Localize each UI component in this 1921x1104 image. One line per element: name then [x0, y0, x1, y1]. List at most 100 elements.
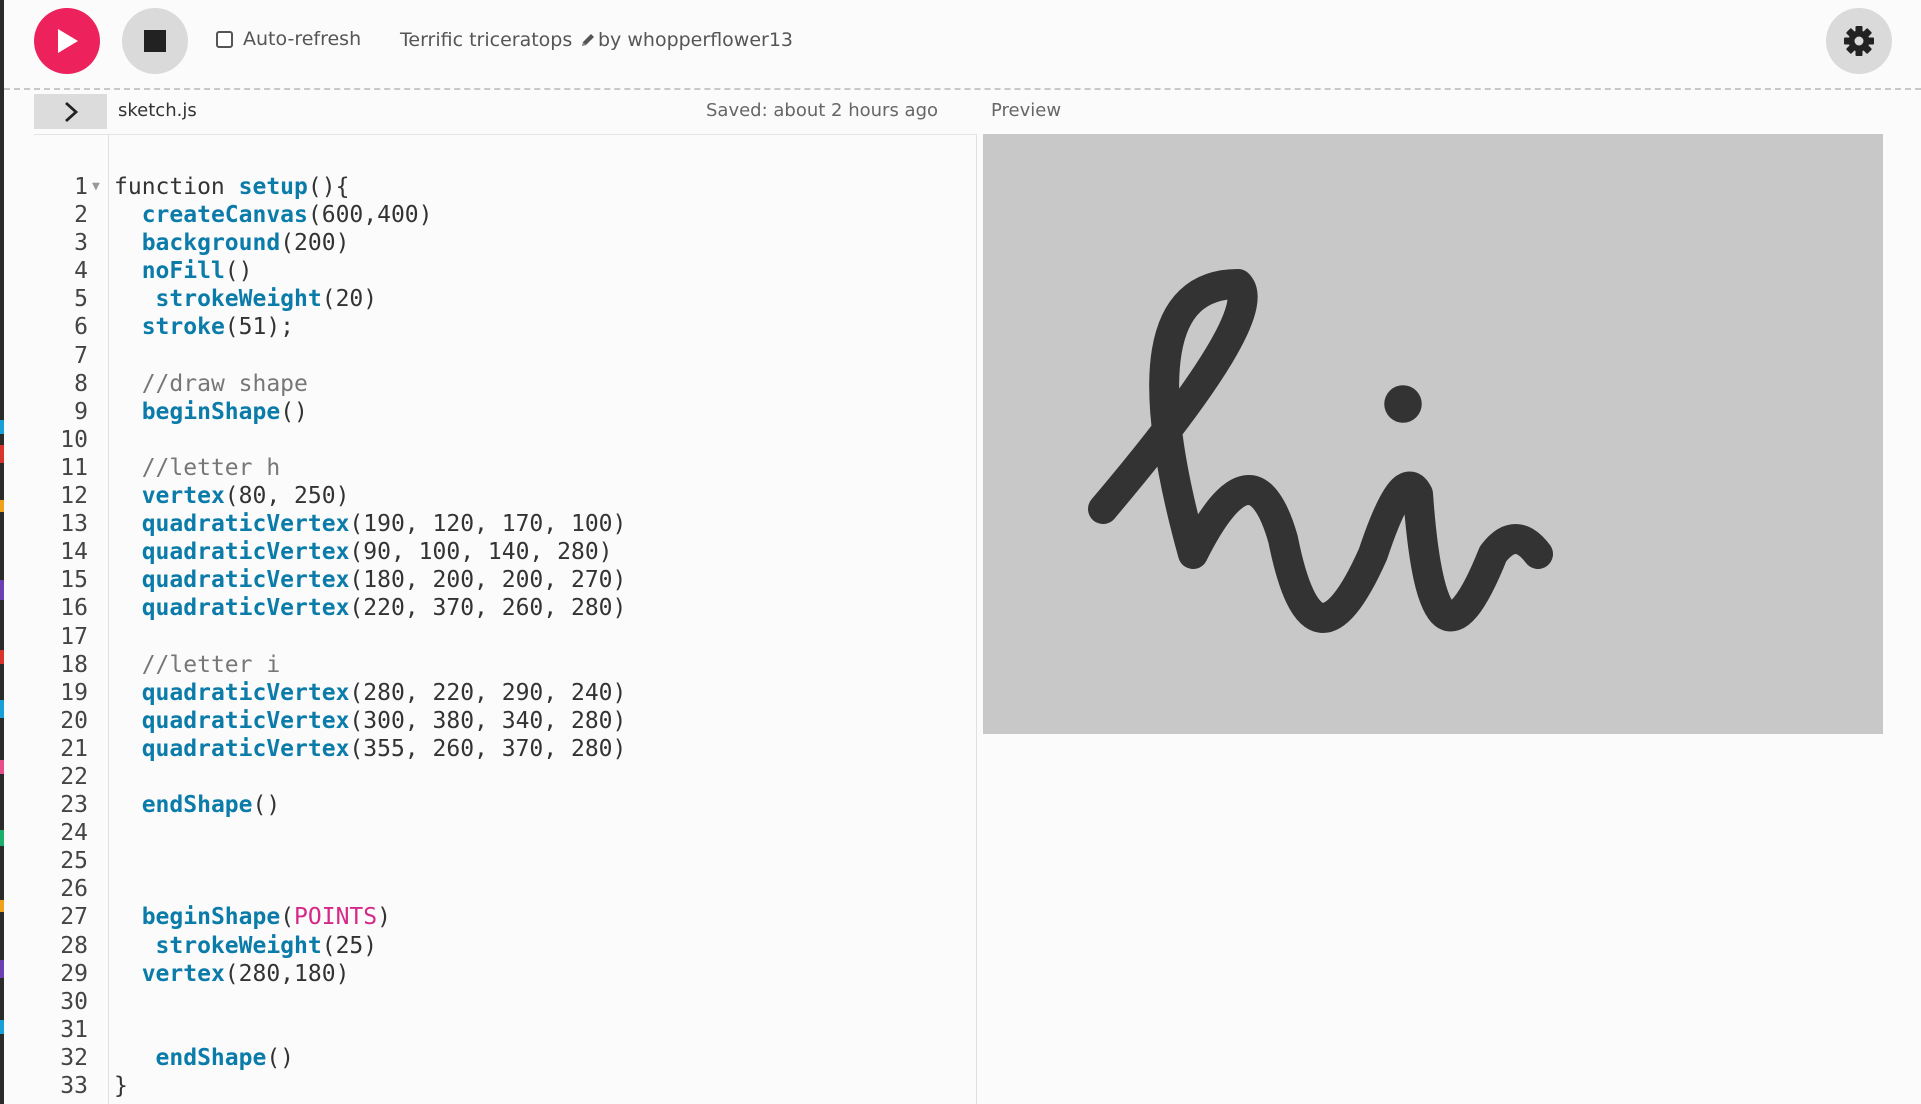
code-line[interactable]: 12 vertex(80, 250) [34, 482, 976, 510]
code-line[interactable]: 14 quadraticVertex(90, 100, 140, 280) [34, 538, 976, 566]
line-number: 24 [60, 820, 88, 847]
code-line[interactable]: 32 endShape() [34, 1044, 976, 1072]
line-number: 18 [60, 651, 88, 678]
code-token: () [280, 398, 308, 425]
code-text: } [114, 1072, 128, 1100]
code-text: quadraticVertex(280, 220, 290, 240) [114, 679, 627, 707]
sidebar-toggle-button[interactable] [34, 94, 107, 129]
code-line[interactable]: 27 beginShape(POINTS) [34, 903, 976, 931]
line-number: 5 [74, 286, 88, 313]
gear-icon [1844, 26, 1874, 56]
code-line[interactable]: 8 //draw shape [34, 370, 976, 398]
code-line[interactable]: 10 [34, 426, 976, 454]
code-line[interactable]: 23 endShape() [34, 791, 976, 819]
line-number: 14 [60, 539, 88, 566]
code-token: ( [280, 904, 295, 931]
file-tab[interactable]: sketch.js [118, 100, 197, 121]
code-line[interactable]: 22 [34, 763, 976, 791]
fold-arrow-icon[interactable]: ▼ [92, 173, 100, 201]
code-text: //letter i [114, 651, 280, 679]
code-line[interactable]: 11 //letter h [34, 454, 976, 482]
code-text: vertex(80, 250) [114, 482, 350, 510]
function-token: vertex [141, 483, 225, 510]
code-token: } [114, 1073, 128, 1099]
code-text: strokeWeight(20) [114, 285, 378, 313]
line-number: 21 [60, 735, 88, 762]
pencil-icon[interactable] [580, 32, 596, 48]
code-line[interactable]: 4 noFill() [34, 257, 976, 285]
code-token: ) [377, 904, 391, 931]
author-byline: by whopperflower13 [598, 29, 793, 51]
settings-button[interactable] [1826, 8, 1892, 74]
code-line[interactable]: 19 quadraticVertex(280, 220, 290, 240) [34, 679, 976, 707]
code-text: quadraticVertex(220, 370, 260, 280) [114, 594, 627, 622]
code-text: endShape() [114, 791, 280, 819]
code-line[interactable]: 24 [34, 819, 976, 847]
function-token: quadraticVertex [141, 707, 350, 734]
code-area[interactable]: 1 ▼ function setup(){2 createCanvas(600,40… [34, 173, 976, 1100]
play-icon [58, 29, 78, 53]
code-line[interactable]: 15 quadraticVertex(180, 200, 200, 270) [34, 566, 976, 594]
code-text: beginShape(POINTS) [114, 903, 391, 931]
line-number: 4 [74, 258, 88, 285]
function-token: endShape [141, 792, 253, 819]
preview-canvas[interactable] [983, 134, 1883, 734]
code-line[interactable]: 9 beginShape() [34, 398, 976, 426]
hi-letter-path [1088, 269, 1553, 633]
code-text: noFill() [114, 257, 253, 285]
code-line[interactable]: 25 [34, 847, 976, 875]
autorefresh-label: Auto-refresh [243, 28, 362, 50]
author-username[interactable]: whopperflower13 [627, 29, 793, 51]
function-token: createCanvas [141, 202, 308, 229]
code-text: vertex(280,180) [114, 960, 350, 988]
code-line[interactable]: 2 createCanvas(600,400) [34, 201, 976, 229]
code-line[interactable]: 20 quadraticVertex(300, 380, 340, 280) [34, 707, 976, 735]
code-text: quadraticVertex(180, 200, 200, 270) [114, 566, 627, 594]
code-line[interactable]: 7 [34, 342, 976, 370]
sketch-title[interactable]: Terrific triceratops [400, 29, 596, 51]
code-line[interactable]: 18 //letter i [34, 651, 976, 679]
line-number: 30 [60, 988, 88, 1015]
code-token: () [266, 1044, 295, 1071]
code-text: //draw shape [114, 370, 308, 398]
code-line[interactable]: 13 quadraticVertex(190, 120, 170, 100) [34, 510, 976, 538]
i-dot [1384, 385, 1422, 423]
line-number: 33 [60, 1073, 88, 1099]
code-line[interactable]: 6 stroke(51); [34, 313, 976, 341]
play-button[interactable] [34, 8, 100, 74]
code-line[interactable]: 21 quadraticVertex(355, 260, 370, 280) [34, 735, 976, 763]
code-line[interactable]: 26 [34, 875, 976, 903]
code-line[interactable]: 31 [34, 1016, 976, 1044]
code-editor[interactable]: 1 ▼ function setup(){2 createCanvas(600,40… [34, 134, 977, 1104]
code-text: background(200) [114, 229, 350, 257]
code-token: function [114, 174, 239, 200]
code-token: (600,400) [307, 202, 433, 229]
code-line[interactable]: 1 ▼ function setup(){ [34, 173, 976, 201]
code-line[interactable]: 29 vertex(280,180) [34, 960, 976, 988]
code-line[interactable]: 30 [34, 988, 976, 1016]
autorefresh-checkbox[interactable] [216, 30, 233, 48]
stop-button[interactable] [122, 8, 188, 74]
code-line[interactable]: 5 strokeWeight(20) [34, 285, 976, 313]
code-text: //letter h [114, 454, 280, 482]
function-token: endShape [155, 1044, 267, 1071]
autorefresh-control[interactable]: Auto-refresh [216, 28, 361, 50]
code-token: (300, 380, 340, 280) [349, 707, 627, 734]
code-line[interactable]: 16 quadraticVertex(220, 370, 260, 280) [34, 594, 976, 622]
code-line[interactable]: 33} [34, 1072, 976, 1100]
line-number: 10 [60, 426, 88, 453]
code-line[interactable]: 3 background(200) [34, 229, 976, 257]
line-number: 29 [60, 960, 88, 987]
code-line[interactable]: 28 strokeWeight(25) [34, 932, 976, 960]
toolbar: Auto-refresh Terrific triceratops by who… [0, 0, 1921, 88]
code-line[interactable]: 17 [34, 623, 976, 651]
